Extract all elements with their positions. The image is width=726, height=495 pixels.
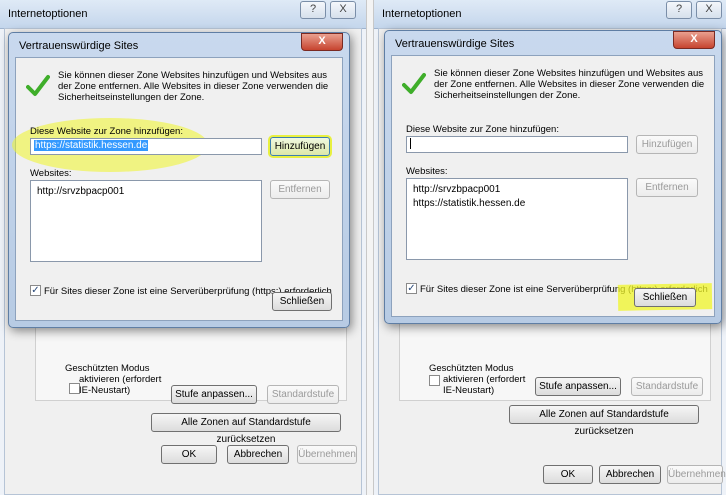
website-url-input-2[interactable] <box>406 136 628 153</box>
close-window-button-2[interactable]: X <box>696 1 722 19</box>
intro-line-3b: Sicherheitseinstellungen der Zone. <box>434 90 581 101</box>
remove-button-2[interactable]: Entfernen <box>636 178 698 197</box>
add-button[interactable]: Hinzufügen <box>270 137 330 156</box>
default-level-button-2[interactable]: Standardstufe <box>631 377 703 396</box>
close-window-button[interactable]: X <box>330 1 356 19</box>
help-button[interactable]: ? <box>300 1 326 19</box>
internet-options-titlebar-2: Internetoptionen ? X <box>374 0 726 29</box>
protected-mode-line-2b: aktivieren (erfordert <box>443 374 526 385</box>
ok-button-2[interactable]: OK <box>543 465 593 484</box>
checkmark-icon-2 <box>402 73 426 94</box>
protected-mode-label-2: Geschützten Modus aktivieren (erfordert … <box>429 363 529 396</box>
default-level-button[interactable]: Standardstufe <box>267 385 339 404</box>
close-dialog-button[interactable]: Schließen <box>272 292 332 311</box>
intro-line-1: Sie können dieser Zone Websites hinzufüg… <box>58 70 327 81</box>
left-screenshot-panel: Internetoptionen ? X Geschützten Modus a… <box>0 0 366 495</box>
trusted-sites-dialog: Vertrauenswürdige Sites X Sie können die… <box>8 32 350 328</box>
internet-options-title-2: Internetoptionen <box>382 8 462 20</box>
dialog-body: Sie können dieser Zone Websites hinzufüg… <box>12 57 343 321</box>
internet-options-title: Internetoptionen <box>8 8 88 20</box>
intro-line-1b: Sie können dieser Zone Websites hinzufüg… <box>434 68 703 79</box>
add-website-label-2: Diese Website zur Zone hinzufügen: <box>406 124 559 135</box>
websites-list[interactable]: http://srvzbpacp001 <box>30 180 262 262</box>
list-item[interactable]: http://srvzbpacp001 <box>37 186 124 197</box>
checkmark-icon <box>26 75 50 96</box>
protected-mode-line-2: aktivieren (erfordert <box>79 374 162 385</box>
website-url-value: https://statistik.hessen.de <box>34 140 149 151</box>
intro-line-2: der Zone entfernen. Alle Websites in die… <box>58 81 329 92</box>
dialog-intro-text-2: Sie können dieser Zone Websites hinzufüg… <box>434 68 714 101</box>
list-item[interactable]: https://statistik.hessen.de <box>413 198 525 209</box>
websites-label-2: Websites: <box>406 166 448 177</box>
text-cursor <box>410 138 411 149</box>
custom-level-button-2[interactable]: Stufe anpassen... <box>535 377 621 396</box>
apply-button[interactable]: Übernehmen <box>297 445 357 464</box>
dialog-body-2: Sie können dieser Zone Websites hinzufüg… <box>391 55 715 317</box>
help-button-2[interactable]: ? <box>666 1 692 19</box>
dialog-close-button[interactable]: X <box>301 33 343 51</box>
panel-divider <box>366 0 374 495</box>
right-screenshot-panel: Internetoptionen ? X Geschützten Modus a… <box>374 0 726 495</box>
cancel-button[interactable]: Abbrechen <box>227 445 289 464</box>
https-checkbox[interactable]: ✓ <box>30 285 41 296</box>
apply-button-2[interactable]: Übernehmen <box>667 465 726 484</box>
websites-label: Websites: <box>30 168 72 179</box>
website-url-input[interactable]: https://statistik.hessen.de <box>30 138 262 155</box>
reset-all-zones-button[interactable]: Alle Zonen auf Standardstufe zurücksetze… <box>151 413 341 445</box>
close-dialog-button-2[interactable]: Schließen <box>634 288 696 307</box>
https-checkbox-2[interactable]: ✓ <box>406 283 417 294</box>
add-website-label: Diese Website zur Zone hinzufügen: <box>30 126 183 137</box>
protected-mode-line-1b: Geschützten Modus <box>429 363 514 374</box>
protected-mode-line-1: Geschützten Modus <box>65 363 150 374</box>
remove-button[interactable]: Entfernen <box>270 180 330 199</box>
dialog-title-2: Vertrauenswürdige Sites <box>395 38 515 50</box>
internet-options-titlebar: Internetoptionen ? X <box>0 0 366 29</box>
custom-level-button[interactable]: Stufe anpassen... <box>171 385 257 404</box>
protected-mode-label: Geschützten Modus aktivieren (erfordert … <box>65 363 165 396</box>
dialog-intro-text: Sie können dieser Zone Websites hinzufüg… <box>58 70 348 103</box>
list-item[interactable]: http://srvzbpacp001 <box>413 184 500 195</box>
protected-mode-line-3b: IE-Neustart) <box>443 385 495 396</box>
ok-button[interactable]: OK <box>161 445 217 464</box>
reset-all-zones-button-2[interactable]: Alle Zonen auf Standardstufe zurücksetze… <box>509 405 699 437</box>
trusted-sites-dialog-2: Vertrauenswürdige Sites X Sie können die… <box>384 30 722 324</box>
protected-mode-line-3: IE-Neustart) <box>79 385 131 396</box>
dialog-title: Vertrauenswürdige Sites <box>19 40 139 52</box>
add-button-2[interactable]: Hinzufügen <box>636 135 698 154</box>
websites-list-2[interactable]: http://srvzbpacp001 https://statistik.he… <box>406 178 628 260</box>
cancel-button-2[interactable]: Abbrechen <box>599 465 661 484</box>
intro-line-3: Sicherheitseinstellungen der Zone. <box>58 92 205 103</box>
intro-line-2b: der Zone entfernen. Alle Websites in die… <box>434 79 705 90</box>
dialog-close-button-2[interactable]: X <box>673 31 715 49</box>
